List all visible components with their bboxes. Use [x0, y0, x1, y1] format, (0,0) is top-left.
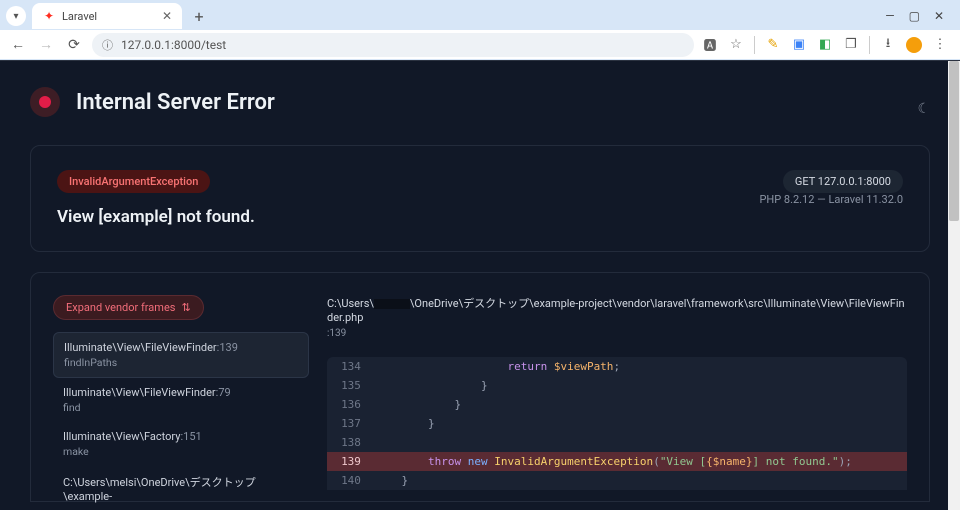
trace-frame[interactable]: Illuminate\View\FileViewFinder:139 findI…	[53, 332, 309, 378]
source-file-path: C:\Users\\OneDrive\デスクトップ\example-projec…	[327, 295, 907, 324]
laravel-favicon-icon: ✦	[42, 9, 56, 23]
browser-toolbar: ← → ⟳ ⓘ 127.0.0.1:8000/test 🅰 ☆ ✎ ▣ ◧ ❐ …	[0, 30, 960, 60]
download-icon[interactable]: ⭳	[880, 37, 896, 53]
source-line-mark: :139	[327, 328, 907, 339]
site-info-icon[interactable]: ⓘ	[102, 37, 113, 53]
page-viewport: ☾ Internal Server Error InvalidArgumentE…	[0, 60, 960, 510]
ext-highlighter-icon[interactable]: ✎	[765, 37, 781, 53]
code-line: 138	[327, 433, 907, 452]
frame-line: :139	[217, 341, 238, 354]
exception-class-pill: InvalidArgumentException	[57, 170, 210, 193]
close-window-button[interactable]: ✕	[934, 9, 944, 23]
frame-function: findInPaths	[64, 356, 298, 369]
source-code-block: 134 return $viewPath; 135 } 136 } 137 } …	[327, 357, 907, 490]
new-tab-button[interactable]: +	[188, 5, 210, 27]
code-line: 134 return $viewPath;	[327, 357, 907, 376]
expand-vendor-frames-button[interactable]: Expand vendor frames ⇅	[53, 295, 204, 320]
exception-panel: InvalidArgumentException View [example] …	[30, 145, 930, 252]
reload-button[interactable]: ⟳	[64, 37, 84, 53]
theme-toggle-icon[interactable]: ☾	[917, 101, 930, 117]
path-prefix: C:\Users\	[327, 297, 374, 310]
frame-location: Illuminate\View\Factory	[63, 430, 180, 443]
browser-chrome: ▾ ✦ Laravel ✕ + — ▢ ✕ ← → ⟳ ⓘ 127.0.0.1:…	[0, 0, 960, 60]
ext-google-icon[interactable]: ◧	[817, 37, 833, 53]
vertical-scrollbar[interactable]	[948, 61, 960, 510]
redacted-segment	[374, 299, 410, 309]
trace-frame[interactable]: Illuminate\View\FileViewFinder:79 find	[53, 378, 309, 422]
kebab-menu-icon[interactable]: ⋮	[932, 37, 948, 53]
toolbar-actions: 🅰 ☆ ✎ ▣ ◧ ❐ ⭳ ⋮	[702, 36, 952, 54]
stack-trace-panel: Expand vendor frames ⇅ Illuminate\View\F…	[30, 272, 930, 502]
line-number: 137	[327, 417, 375, 430]
frame-function: make	[63, 445, 299, 458]
error-message: View [example] not found.	[57, 207, 255, 227]
forward-button[interactable]: →	[36, 36, 56, 53]
page-header: Internal Server Error	[30, 87, 930, 117]
request-badge: GET 127.0.0.1:8000	[783, 170, 903, 193]
error-badge-icon	[30, 87, 60, 117]
address-bar[interactable]: ⓘ 127.0.0.1:8000/test	[92, 33, 694, 57]
trace-frame-list: Expand vendor frames ⇅ Illuminate\View\F…	[53, 295, 309, 501]
frame-line: :151	[180, 430, 201, 443]
close-tab-icon[interactable]: ✕	[162, 9, 172, 23]
toolbar-divider-2	[869, 36, 870, 54]
code-line: 135 }	[327, 376, 907, 395]
line-number: 136	[327, 398, 375, 411]
translate-icon[interactable]: 🅰	[702, 37, 718, 53]
frame-function: find	[63, 401, 299, 414]
expand-arrows-icon: ⇅	[181, 301, 190, 314]
frame-line: :79	[216, 386, 231, 399]
back-button[interactable]: ←	[8, 36, 28, 53]
toolbar-divider	[754, 36, 755, 54]
path-suffix: \OneDrive\デスクトップ\example-project\vendor\…	[327, 297, 905, 324]
maximize-button[interactable]: ▢	[909, 9, 920, 23]
expand-vendor-label: Expand vendor frames	[66, 301, 175, 314]
page-title: Internal Server Error	[76, 90, 275, 115]
window-controls: — ▢ ✕	[885, 9, 954, 23]
error-page-content: ☾ Internal Server Error InvalidArgumentE…	[0, 61, 960, 502]
code-line: 140 }	[327, 471, 907, 490]
line-number: 135	[327, 379, 375, 392]
url-text: 127.0.0.1:8000/test	[121, 38, 226, 52]
code-line: 137 }	[327, 414, 907, 433]
tab-search-button[interactable]: ▾	[6, 6, 26, 26]
ext-screenshot-icon[interactable]: ▣	[791, 37, 807, 53]
line-number: 140	[327, 474, 375, 487]
extensions-icon[interactable]: ❐	[843, 37, 859, 53]
line-number: 139	[327, 455, 375, 468]
environment-info: PHP 8.2.12 — Laravel 11.32.0	[759, 193, 903, 206]
code-line-highlighted: 139 throw new InvalidArgumentException("…	[327, 452, 907, 471]
profile-avatar[interactable]	[906, 37, 922, 53]
frame-location: C:\Users\melsi\OneDrive\デスクトップ\example-	[63, 476, 256, 503]
bookmark-icon[interactable]: ☆	[728, 37, 744, 53]
trace-frame[interactable]: Illuminate\View\Factory:151 make	[53, 422, 309, 466]
frame-location: Illuminate\View\FileViewFinder	[63, 386, 216, 399]
scroll-thumb[interactable]	[949, 61, 959, 221]
trace-source: C:\Users\\OneDrive\デスクトップ\example-projec…	[327, 295, 907, 501]
tab-title: Laravel	[62, 10, 97, 23]
code-line: 136 }	[327, 395, 907, 414]
frame-location: Illuminate\View\FileViewFinder	[64, 341, 217, 354]
tab-strip: ▾ ✦ Laravel ✕ + — ▢ ✕	[0, 0, 960, 30]
browser-tab[interactable]: ✦ Laravel ✕	[32, 3, 182, 29]
line-number: 134	[327, 360, 375, 373]
line-number: 138	[327, 436, 375, 449]
trace-frame[interactable]: C:\Users\melsi\OneDrive\デスクトップ\example-	[53, 466, 309, 510]
minimize-button[interactable]: —	[885, 9, 894, 23]
